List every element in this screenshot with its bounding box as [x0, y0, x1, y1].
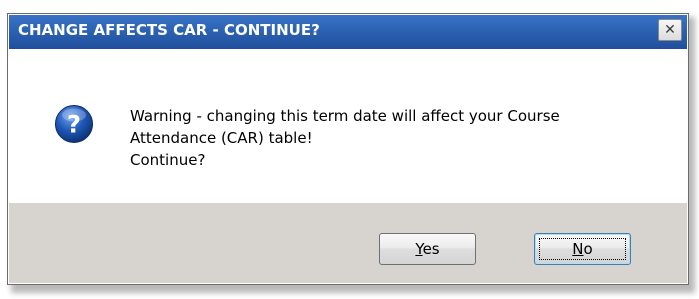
message-line: Warning - changing this term date will a… [130, 107, 560, 125]
no-button-mnemonic: N [572, 240, 584, 258]
warning-message: Warning - changing this term date will a… [130, 105, 650, 171]
dialog-window: CHANGE AFFECTS CAR - CONTINUE? ✕ ? Warni… [7, 13, 689, 285]
no-button-label: o [583, 240, 593, 258]
button-bar: Yes No [9, 203, 687, 283]
no-button[interactable]: No [534, 233, 631, 265]
close-icon: ✕ [664, 22, 676, 38]
yes-button[interactable]: Yes [379, 233, 476, 265]
dialog-title: CHANGE AFFECTS CAR - CONTINUE? [18, 21, 320, 39]
message-line: Continue? [130, 151, 206, 169]
yes-button-label: es [422, 240, 440, 258]
question-mark-glyph: ? [67, 111, 81, 139]
yes-button-mnemonic: Y [415, 240, 423, 258]
dialog-content: ? Warning - changing this term date will… [9, 49, 687, 203]
question-icon: ? [55, 105, 93, 143]
title-bar[interactable]: CHANGE AFFECTS CAR - CONTINUE? ✕ [9, 15, 687, 49]
message-line: Attendance (CAR) table! [130, 129, 313, 147]
close-button[interactable]: ✕ [658, 19, 682, 41]
